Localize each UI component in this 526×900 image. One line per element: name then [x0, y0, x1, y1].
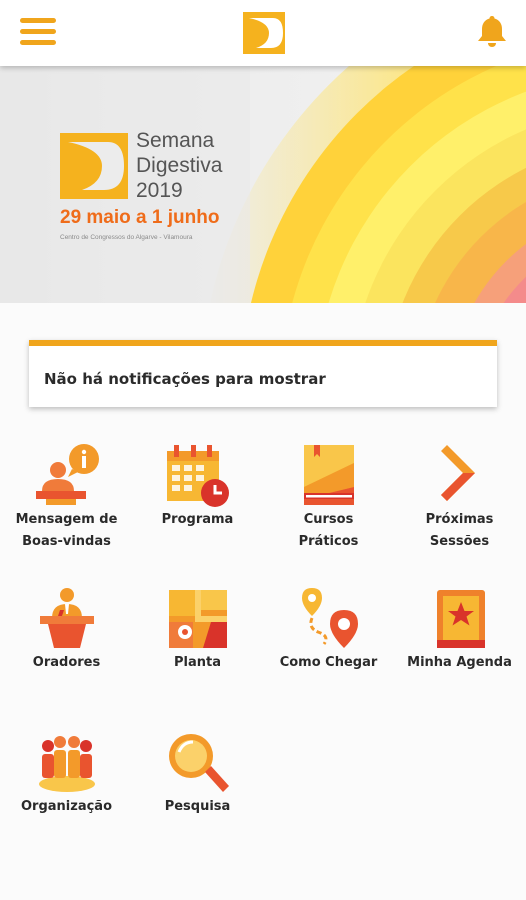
event-title-line: Digestiva: [136, 154, 223, 177]
directions-pin-icon: [301, 588, 358, 648]
app-header: [0, 0, 526, 66]
menu-item-next-sessions[interactable]: Próximas Sessões: [394, 443, 525, 553]
hamburger-bar: [20, 29, 56, 34]
team-icon: [38, 736, 95, 792]
menu-item-directions[interactable]: Como Chegar: [263, 586, 394, 674]
menu-item-label: Boas-vindas: [22, 534, 111, 549]
menu-item-label: Sessões: [429, 534, 490, 549]
menu-item-label: Oradores: [32, 655, 101, 670]
event-banner: Semana Digestiva 2019 29 maio a 1 junho …: [0, 66, 526, 303]
menu-item-floor-plan[interactable]: Planta: [132, 586, 263, 674]
hamburger-bar: [20, 40, 56, 45]
menu-item-label: Organização: [21, 799, 112, 814]
menu-item-label: Minha Agenda: [407, 655, 512, 670]
semana-digestiva-banner-logo: [60, 133, 128, 199]
hamburger-menu-button[interactable]: [20, 18, 56, 48]
menu-item-label: Próximas: [425, 512, 494, 527]
menu-item-label: Planta: [174, 655, 221, 670]
event-dates: 29 maio a 1 junho: [60, 207, 220, 228]
menu-item-my-agenda[interactable]: Minha Agenda: [394, 586, 525, 674]
map-icon: [168, 590, 227, 648]
event-venue: Centro de Congressos do Algarve - Vilamo…: [60, 234, 193, 241]
menu-item-label: Pesquisa: [164, 799, 231, 814]
welcome-message-icon: [35, 444, 99, 505]
hamburger-bar: [20, 18, 56, 23]
starred-agenda-icon: [436, 590, 485, 648]
book-icon: [303, 445, 354, 505]
bell-icon[interactable]: [476, 14, 508, 48]
menu-item-organization[interactable]: Organização: [1, 730, 132, 818]
calendar-icon: [166, 445, 229, 507]
speaker-podium-icon: [39, 588, 94, 648]
semana-digestiva-logo[interactable]: [243, 12, 285, 54]
menu-item-label: Práticos: [298, 534, 359, 549]
menu-item-label: Como Chegar: [279, 655, 378, 670]
menu-item-label: Programa: [161, 512, 234, 527]
menu-item-label: Mensagem de: [15, 512, 118, 527]
event-title-line: Semana: [136, 129, 215, 152]
notifications-empty-text: Não há notificações para mostrar: [44, 370, 326, 388]
menu-item-welcome-message[interactable]: Mensagem de Boas-vindas: [1, 443, 132, 553]
menu-item-speakers[interactable]: Oradores: [1, 586, 132, 674]
search-magnifier-icon: [168, 734, 229, 792]
event-title-line: 2019: [136, 179, 183, 202]
notifications-card[interactable]: Não há notificações para mostrar: [29, 340, 497, 407]
event-title: Semana Digestiva 2019: [136, 128, 222, 203]
chevron-right-icon: [440, 445, 475, 501]
menu-item-program[interactable]: Programa: [132, 443, 263, 531]
menu-item-search[interactable]: Pesquisa: [132, 730, 263, 818]
menu-item-practical-courses[interactable]: Cursos Práticos: [263, 443, 394, 553]
menu-item-label: Cursos: [303, 512, 354, 527]
